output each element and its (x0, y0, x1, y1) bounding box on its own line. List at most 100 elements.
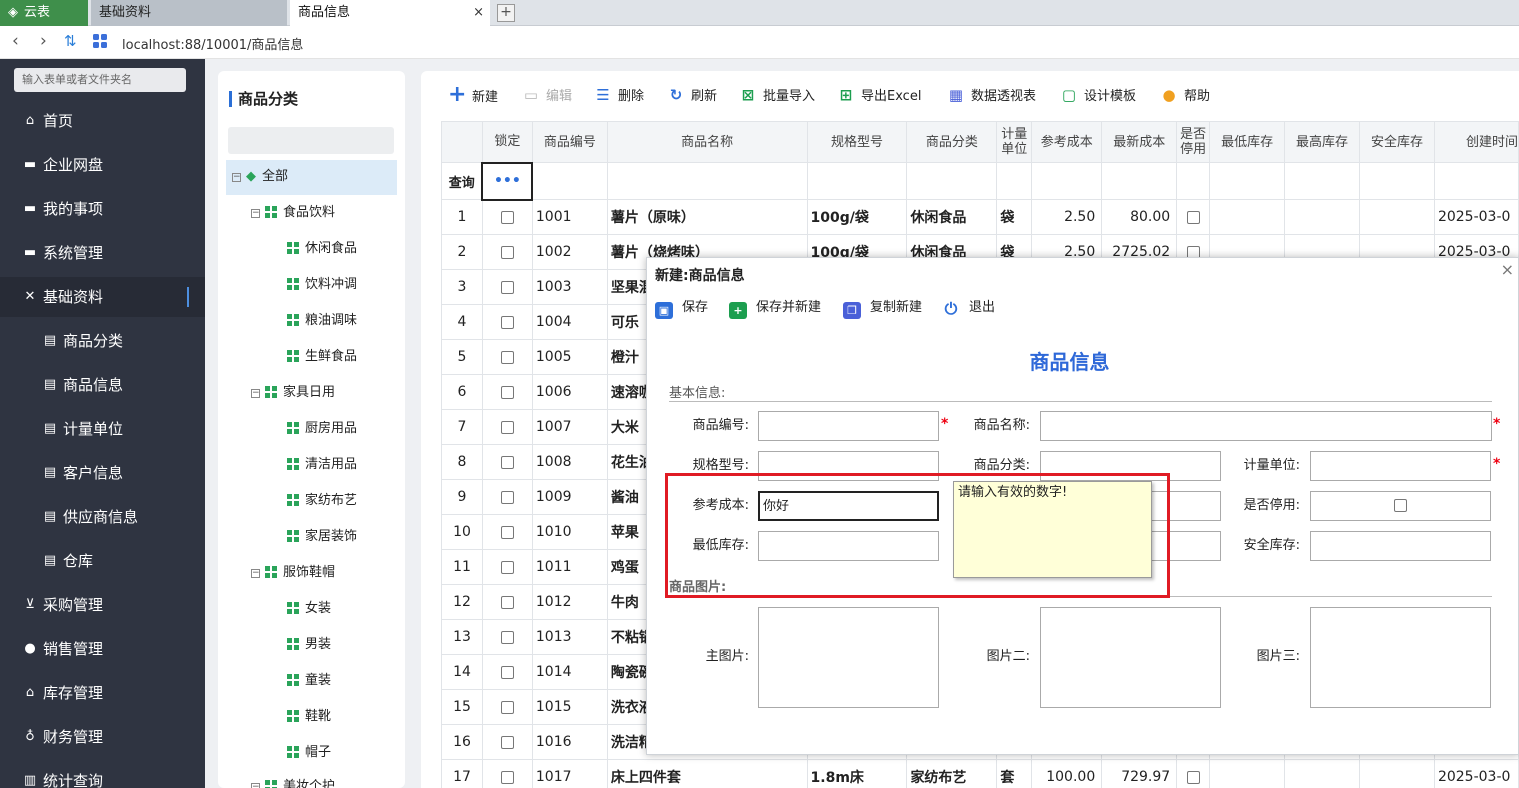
row-number[interactable]: 17 (441, 759, 483, 788)
tab-basic-info[interactable]: 基础资料 (91, 0, 287, 26)
new-tab-button[interactable]: + (497, 4, 515, 22)
tree-node[interactable]: 清洁用品 (287, 457, 357, 473)
lock-cell[interactable] (481, 304, 533, 340)
code-cell[interactable]: 1007 (531, 409, 608, 445)
safe-stock-input[interactable] (1310, 531, 1491, 561)
sidebar-item-goods-info[interactable]: ▤ 商品信息 (0, 365, 205, 405)
query-cell[interactable] (1176, 162, 1211, 200)
tree-node-root[interactable]: − ◆ 全部 (232, 169, 288, 185)
tree-node[interactable]: − 食品饮料 (251, 205, 335, 221)
unit-cell[interactable]: 袋 (996, 199, 1033, 235)
column-header[interactable]: 计量单位 (996, 121, 1033, 163)
row-number[interactable]: 7 (441, 409, 483, 445)
refresh-button[interactable]: ↻ 刷新 (667, 87, 717, 105)
spec-cell[interactable]: 1.8m床 (806, 759, 908, 788)
ref-cost-cell[interactable]: 2.50 (1031, 199, 1103, 235)
tree-search-input[interactable] (228, 127, 394, 154)
unit-cell[interactable]: 套 (996, 759, 1033, 788)
category-cell[interactable]: 休闲食品 (906, 199, 998, 235)
checkbox[interactable] (500, 560, 514, 574)
row-number[interactable]: 12 (441, 584, 483, 620)
checkbox[interactable] (500, 700, 514, 714)
column-header[interactable]: 锁定 (481, 121, 533, 163)
checkbox[interactable] (500, 770, 514, 784)
copy-new-button[interactable]: ❐ 复制新建 (843, 300, 922, 319)
column-header[interactable]: 安全库存 (1359, 121, 1435, 163)
row-number[interactable]: 4 (441, 304, 483, 340)
query-cell[interactable] (1031, 162, 1103, 200)
sidebar-item-statistics[interactable]: ▥ 统计查询 (0, 761, 205, 788)
code-cell[interactable]: 1015 (531, 689, 608, 725)
tab-goods-info[interactable]: 商品信息 × (290, 0, 490, 26)
latest-cost-cell[interactable]: 729.97 (1101, 759, 1178, 788)
collapse-icon[interactable]: − (251, 209, 260, 218)
delete-button[interactable]: ☰ 删除 (594, 87, 644, 105)
lock-cell[interactable] (481, 619, 533, 655)
tree-node[interactable]: 鞋靴 (287, 709, 331, 725)
column-header[interactable]: 创建时间 (1433, 121, 1519, 163)
checkbox[interactable] (500, 350, 514, 364)
tree-node[interactable]: 家纺布艺 (287, 493, 357, 509)
url-text[interactable]: localhost:88/10001/商品信息 (122, 34, 303, 53)
sidebar-item-sales[interactable]: ● 销售管理 (0, 629, 205, 669)
row-number[interactable]: 9 (441, 479, 483, 515)
pic3-box[interactable] (1310, 607, 1491, 708)
column-header[interactable]: 最新成本 (1101, 121, 1178, 163)
query-cell[interactable] (1101, 162, 1178, 200)
checkbox[interactable] (500, 525, 514, 539)
disabled-checkbox[interactable] (1394, 499, 1407, 512)
safe-stock-cell[interactable] (1359, 759, 1435, 788)
query-cell[interactable] (531, 162, 608, 200)
tab-app[interactable]: ◈ 云表 (0, 0, 88, 26)
sidebar-item-warehouse[interactable]: ▤ 仓库 (0, 541, 205, 581)
sidebar-item-goods-category[interactable]: ▤ 商品分类 (0, 321, 205, 361)
collapse-icon[interactable]: − (251, 783, 260, 788)
help-button[interactable]: ● 帮助 (1160, 87, 1210, 105)
sidebar-item-finance[interactable]: ♁ 财务管理 (0, 717, 205, 757)
code-cell[interactable]: 1005 (531, 339, 608, 375)
collapse-icon[interactable]: − (251, 569, 260, 578)
name-cell[interactable]: 薯片（原味） (606, 199, 808, 235)
checkbox[interactable] (500, 280, 514, 294)
code-cell[interactable]: 1013 (531, 619, 608, 655)
lock-cell[interactable] (481, 654, 533, 690)
created-cell[interactable]: 2025-03-0 (1433, 199, 1519, 235)
query-cell[interactable] (1284, 162, 1361, 200)
tree-node[interactable]: 厨房用品 (287, 421, 357, 437)
lock-cell[interactable] (481, 409, 533, 445)
tree-node[interactable]: 男装 (287, 637, 331, 653)
latest-cost-cell[interactable]: 80.00 (1101, 199, 1178, 235)
checkbox[interactable] (1186, 770, 1200, 784)
tree-node[interactable]: 家居装饰 (287, 529, 357, 545)
checkbox[interactable] (500, 735, 514, 749)
max-stock-cell[interactable] (1284, 759, 1361, 788)
query-cell[interactable] (996, 162, 1033, 200)
spec-cell[interactable]: 100g/袋 (806, 199, 908, 235)
tree-node[interactable]: − 服饰鞋帽 (251, 565, 335, 581)
tab-close-icon[interactable]: × (473, 0, 484, 26)
lock-cell[interactable] (481, 514, 533, 550)
lock-cell[interactable] (481, 479, 533, 515)
code-input[interactable] (758, 411, 939, 441)
lock-cell[interactable] (481, 234, 533, 270)
code-cell[interactable]: 1006 (531, 374, 608, 410)
row-number[interactable]: 14 (441, 654, 483, 690)
batch-import-button[interactable]: ⊠ 批量导入 (739, 87, 815, 105)
tree-node[interactable]: 休闲食品 (287, 241, 357, 257)
code-cell[interactable]: 1008 (531, 444, 608, 480)
tree-node[interactable]: 粮油调味 (287, 313, 357, 329)
tree-node[interactable]: − 家具日用 (251, 385, 335, 401)
exit-button[interactable]: ⏻ 退出 (942, 300, 995, 317)
code-cell[interactable]: 1012 (531, 584, 608, 620)
row-number[interactable]: 11 (441, 549, 483, 585)
column-header[interactable]: 商品名称 (606, 121, 808, 163)
disabled-cell[interactable] (1176, 199, 1211, 235)
query-lock-cell[interactable]: ••• (481, 161, 534, 201)
name-cell[interactable]: 床上四件套 (606, 759, 808, 788)
row-number[interactable]: 5 (441, 339, 483, 375)
row-number[interactable]: 1 (441, 199, 483, 235)
lock-cell[interactable] (481, 759, 533, 788)
checkbox[interactable] (500, 665, 514, 679)
max-stock-cell[interactable] (1284, 199, 1361, 235)
sidebar-item-purchase[interactable]: ⊻ 采购管理 (0, 585, 205, 625)
